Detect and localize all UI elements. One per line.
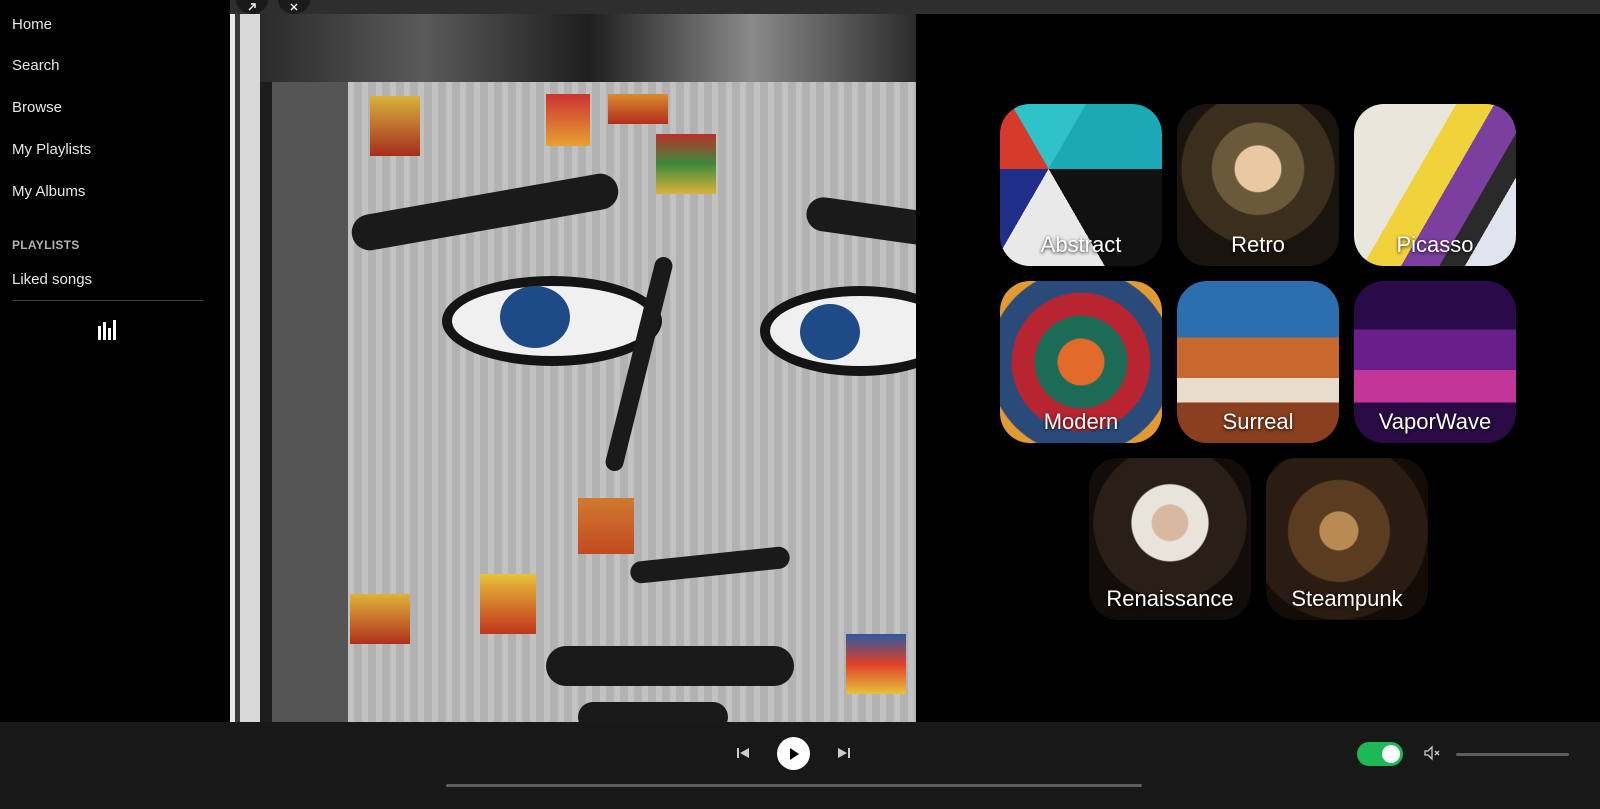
skip-previous-icon[interactable] <box>736 746 750 760</box>
genre-tile-picasso[interactable]: Picasso <box>1354 104 1516 266</box>
nav-my-playlists[interactable]: My Playlists <box>12 141 91 158</box>
album-artwork <box>230 14 916 722</box>
genre-label: VaporWave <box>1378 409 1492 434</box>
toggle-switch[interactable] <box>1357 742 1403 766</box>
play-icon <box>789 747 799 760</box>
genre-label: Surreal <box>1222 409 1294 434</box>
playlist-liked-songs[interactable]: Liked songs <box>12 271 92 288</box>
playlists-heading: PLAYLISTS <box>12 238 80 252</box>
genre-label: Abstract <box>1040 232 1122 257</box>
nav-search[interactable]: Search <box>12 57 60 74</box>
genre-label: Picasso <box>1396 232 1474 257</box>
genre-label: Retro <box>1231 232 1285 257</box>
genre-label: Steampunk <box>1291 586 1403 611</box>
nav-browse[interactable]: Browse <box>12 99 62 116</box>
genre-tile-vaporwave[interactable]: VaporWave <box>1354 281 1516 443</box>
sidebar: Home Search Browse My Playlists My Album… <box>0 0 230 722</box>
close-icon[interactable] <box>278 0 310 14</box>
library-bars-icon[interactable] <box>98 318 118 340</box>
genre-label: Renaissance <box>1106 586 1234 611</box>
nav-home[interactable]: Home <box>12 16 52 33</box>
arrow-icon[interactable] <box>236 0 268 14</box>
progress-bar[interactable] <box>446 784 1142 787</box>
top-bar <box>230 0 1600 14</box>
play-button[interactable] <box>777 737 810 770</box>
genre-label: Modern <box>1043 409 1119 434</box>
genre-tile-modern[interactable]: Modern <box>1000 281 1162 443</box>
genre-tile-retro[interactable]: Retro <box>1177 104 1339 266</box>
skip-next-icon[interactable] <box>837 746 851 760</box>
player-bar <box>0 722 1600 809</box>
genre-tile-renaissance[interactable]: Renaissance <box>1089 458 1251 620</box>
sidebar-divider <box>12 300 204 301</box>
nav-my-albums[interactable]: My Albums <box>12 183 85 200</box>
toggle-knob <box>1382 745 1400 763</box>
volume-muted-icon[interactable] <box>1423 744 1441 762</box>
genre-tile-surreal[interactable]: Surreal <box>1177 281 1339 443</box>
volume-slider[interactable] <box>1456 753 1569 756</box>
genre-tile-abstract[interactable]: Abstract <box>1000 104 1162 266</box>
genre-tile-steampunk[interactable]: Steampunk <box>1266 458 1428 620</box>
